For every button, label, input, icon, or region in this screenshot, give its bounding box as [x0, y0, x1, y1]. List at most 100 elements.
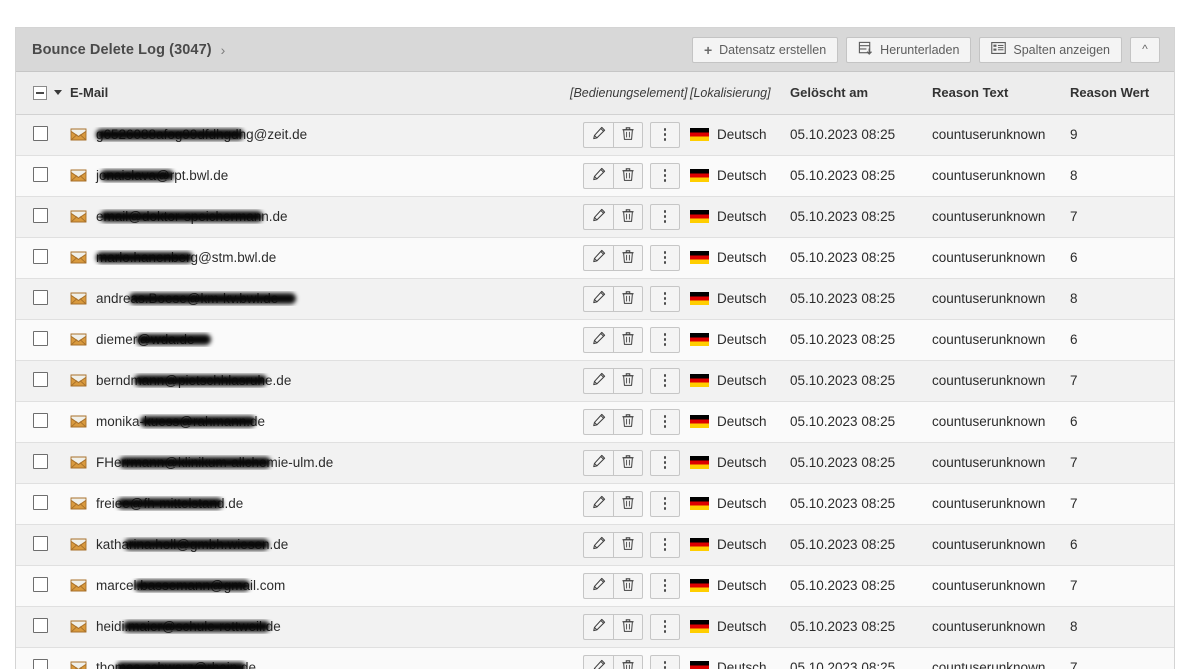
chevron-down-icon[interactable] [54, 90, 62, 96]
create-record-button[interactable]: + Datensatz erstellen [691, 36, 839, 63]
row-more-menu-button[interactable] [650, 449, 680, 476]
row-checkbox[interactable] [33, 617, 48, 633]
row-more-menu-button[interactable] [650, 408, 680, 435]
edit-row-button[interactable] [583, 121, 613, 148]
edit-row-button[interactable] [583, 654, 613, 669]
column-header-reason-value[interactable]: Reason Wert [1070, 72, 1174, 114]
row-checkbox[interactable] [33, 289, 48, 305]
row-checkbox[interactable] [33, 125, 48, 141]
panel-title-group: Bounce Delete Log (3047) › [32, 42, 225, 58]
delete-row-button[interactable] [613, 203, 643, 230]
column-header-email[interactable]: E-Mail [70, 72, 570, 114]
table-row[interactable]: monika-kuess@rahmann.de Deutsch 05.10.2023… [16, 401, 1174, 442]
table-row[interactable]: FHerrmann@klinikum-allchemie-ulm.de Deuts… [16, 442, 1174, 483]
column-header-reason-text[interactable]: Reason Text [932, 72, 1070, 114]
edit-row-button[interactable] [583, 162, 613, 189]
show-columns-button[interactable]: Spalten anzeigen [979, 36, 1122, 63]
row-more-menu-button[interactable] [650, 244, 680, 271]
table-row[interactable]: jonaislava@rpt.bwl.de Deutsch 05.10.2023 0… [16, 155, 1174, 196]
row-checkbox[interactable] [33, 453, 48, 469]
edit-row-button[interactable] [583, 244, 613, 271]
row-checkbox[interactable] [33, 535, 48, 551]
delete-row-button[interactable] [613, 408, 643, 435]
collapse-panel-button[interactable]: ^ [1130, 36, 1160, 63]
row-more-menu-button[interactable] [650, 613, 680, 640]
table-row[interactable]: heidi.maier@schule-rottweil.de Deutsch 05.… [16, 606, 1174, 647]
row-select-cell [16, 155, 70, 196]
table-row[interactable]: diemer@wda.de Deutsch 05.10.2023 08:25 coun… [16, 319, 1174, 360]
delete-row-button[interactable] [613, 490, 643, 517]
column-header-actions: [Bedienungselement] [570, 85, 688, 100]
edit-row-button[interactable] [583, 572, 613, 599]
vertical-dots-icon [663, 661, 667, 669]
row-more-menu-button[interactable] [650, 531, 680, 558]
edit-row-button[interactable] [583, 490, 613, 517]
reason-text-value: countuserunknown [932, 291, 1046, 306]
select-all-checkbox[interactable] [33, 85, 47, 100]
table-row[interactable]: marlo.hanenberg@stm.bwl.de Deutsch 05.10.2… [16, 237, 1174, 278]
table-row[interactable]: katharina.holl@gmbh.wiesen.de Deutsch 05.1… [16, 524, 1174, 565]
trash-icon [621, 372, 635, 390]
row-checkbox[interactable] [33, 576, 48, 592]
table-row[interactable]: berndmann@pietschhlasruhe.de Deutsch 05.10… [16, 360, 1174, 401]
row-more-menu-button[interactable] [650, 162, 680, 189]
delete-row-button[interactable] [613, 326, 643, 353]
row-more-menu-button[interactable] [650, 203, 680, 230]
download-button[interactable]: Herunterladen [846, 36, 972, 63]
delete-row-button[interactable] [613, 531, 643, 558]
email-address: marlo.hanenberg@stm.bwl.de [96, 250, 277, 265]
delete-row-button[interactable] [613, 572, 643, 599]
row-checkbox[interactable] [33, 330, 48, 346]
delete-row-button[interactable] [613, 613, 643, 640]
row-more-menu-button[interactable] [650, 654, 680, 669]
row-checkbox[interactable] [33, 412, 48, 428]
edit-row-button[interactable] [583, 408, 613, 435]
row-checkbox[interactable] [33, 166, 48, 182]
row-more-menu-button[interactable] [650, 572, 680, 599]
row-checkbox[interactable] [33, 248, 48, 264]
edit-row-button[interactable] [583, 203, 613, 230]
row-more-menu-button[interactable] [650, 326, 680, 353]
table-row[interactable]: marcel.bassemann@gmail.com Deutsch 05.10.2… [16, 565, 1174, 606]
table-row[interactable]: thomas.schwarz@rhein.de Deutsch 05.10.2023… [16, 647, 1174, 669]
create-record-label: Datensatz erstellen [719, 42, 827, 57]
column-header-deleted-at[interactable]: Gelöscht am [790, 72, 932, 114]
deleted-at-value: 05.10.2023 08:25 [790, 619, 896, 634]
row-more-menu-button[interactable] [650, 367, 680, 394]
reason-value: 7 [1070, 578, 1078, 593]
row-checkbox[interactable] [33, 658, 48, 669]
row-more-menu-button[interactable] [650, 285, 680, 312]
reason-value-cell: 9 [1070, 114, 1174, 155]
delete-row-button[interactable] [613, 285, 643, 312]
table-row[interactable]: g6526088afog99dfdhgdhg@zeit.de Deutsch 05.… [16, 114, 1174, 155]
email-cell: FHerrmann@klinikum-allchemie-ulm.de [70, 442, 570, 483]
row-actions-cell [570, 155, 690, 196]
mail-icon [70, 538, 87, 551]
edit-row-button[interactable] [583, 449, 613, 476]
row-more-menu-button[interactable] [650, 121, 680, 148]
row-checkbox[interactable] [33, 371, 48, 387]
delete-row-button[interactable] [613, 244, 643, 271]
edit-row-button[interactable] [583, 531, 613, 558]
trash-icon [621, 126, 635, 144]
edit-row-button[interactable] [583, 326, 613, 353]
edit-row-button[interactable] [583, 285, 613, 312]
row-checkbox[interactable] [33, 494, 48, 510]
table-row[interactable]: andreas.Boese@km-kv.bwl.de Deutsch 05.10.2… [16, 278, 1174, 319]
row-checkbox[interactable] [33, 207, 48, 223]
vertical-dots-icon [663, 210, 667, 223]
delete-row-button[interactable] [613, 121, 643, 148]
row-actions-cell [570, 114, 690, 155]
table-row[interactable]: email@doktor-speichermann.de Deutsch 05.10… [16, 196, 1174, 237]
row-more-menu-button[interactable] [650, 490, 680, 517]
edit-row-button[interactable] [583, 367, 613, 394]
delete-row-button[interactable] [613, 449, 643, 476]
table-row[interactable]: freiee@fh-mittelstand.de Deutsch 05.10.202… [16, 483, 1174, 524]
chevron-right-icon[interactable]: › [221, 43, 226, 57]
reason-value: 6 [1070, 414, 1078, 429]
edit-row-button[interactable] [583, 613, 613, 640]
trash-icon [621, 659, 635, 669]
delete-row-button[interactable] [613, 367, 643, 394]
delete-row-button[interactable] [613, 654, 643, 669]
delete-row-button[interactable] [613, 162, 643, 189]
